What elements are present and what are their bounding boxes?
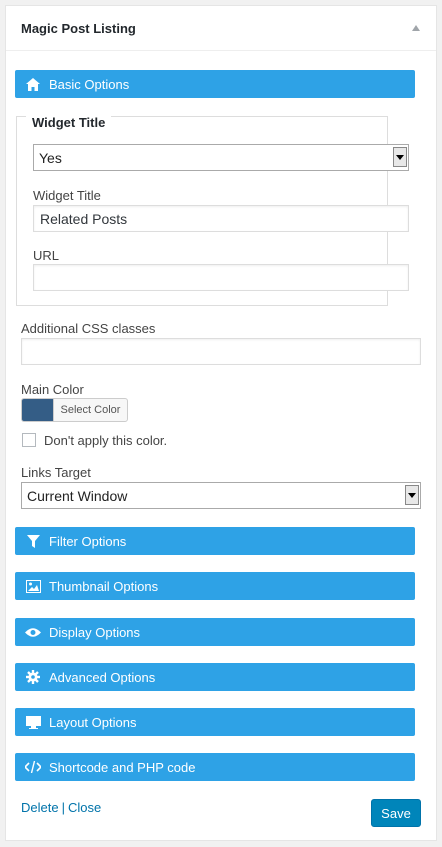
css-classes-input[interactable]	[21, 338, 421, 365]
section-layout-options[interactable]: Layout Options	[15, 708, 415, 736]
url-label: URL	[33, 248, 60, 263]
section-label: Display Options	[49, 624, 141, 640]
section-display-options[interactable]: Display Options	[15, 618, 415, 646]
section-filter-options[interactable]: Filter Options	[15, 527, 415, 555]
widget-title-label: Widget Title	[33, 188, 101, 203]
code-icon	[25, 759, 41, 775]
dont-apply-label: Don't apply this color.	[44, 433, 168, 448]
section-label: Filter Options	[49, 533, 127, 549]
close-link[interactable]: Close	[68, 800, 101, 815]
section-thumbnail-options[interactable]: Thumbnail Options	[15, 572, 415, 600]
main-color-label: Main Color	[21, 382, 84, 397]
links-target-select[interactable]: Current Window	[21, 482, 421, 509]
filter-icon	[25, 533, 41, 549]
widget-header[interactable]: Magic Post Listing	[6, 6, 436, 51]
links-target-label: Links Target	[21, 465, 91, 480]
css-classes-label: Additional CSS classes	[21, 321, 156, 336]
select-color-label: Select Color	[53, 399, 127, 421]
separator: |	[61, 800, 65, 815]
select-color-button[interactable]: Select Color	[21, 398, 128, 422]
section-label: Thumbnail Options	[49, 578, 159, 594]
title-mode-select[interactable]: Yes	[33, 144, 409, 171]
collapse-arrow-icon[interactable]	[412, 25, 420, 31]
select-value: Yes	[39, 149, 62, 166]
section-label: Layout Options	[49, 714, 137, 730]
widget-title: Magic Post Listing	[21, 20, 136, 36]
home-icon	[25, 76, 41, 92]
section-shortcode-php[interactable]: Shortcode and PHP code	[15, 753, 415, 781]
group-legend: Widget Title	[26, 115, 112, 130]
section-label: Advanced Options	[49, 669, 156, 685]
section-advanced-options[interactable]: Advanced Options	[15, 663, 415, 691]
section-label: Basic Options	[49, 76, 130, 92]
chevron-down-icon	[393, 147, 407, 167]
section-label: Shortcode and PHP code	[49, 759, 196, 775]
select-value: Current Window	[27, 487, 128, 504]
image-icon	[25, 578, 41, 594]
widget-title-input[interactable]	[33, 205, 409, 232]
url-input[interactable]	[33, 264, 409, 291]
monitor-icon	[25, 714, 41, 730]
eye-icon	[25, 624, 41, 640]
footer-links: Delete | Close	[21, 800, 101, 815]
save-button[interactable]: Save	[371, 799, 421, 827]
chevron-down-icon	[405, 485, 419, 505]
section-basic-options[interactable]: Basic Options	[15, 70, 415, 98]
delete-link[interactable]: Delete	[21, 800, 59, 815]
dont-apply-checkbox[interactable]	[22, 433, 36, 447]
gear-icon	[25, 669, 41, 685]
color-swatch	[22, 399, 53, 421]
